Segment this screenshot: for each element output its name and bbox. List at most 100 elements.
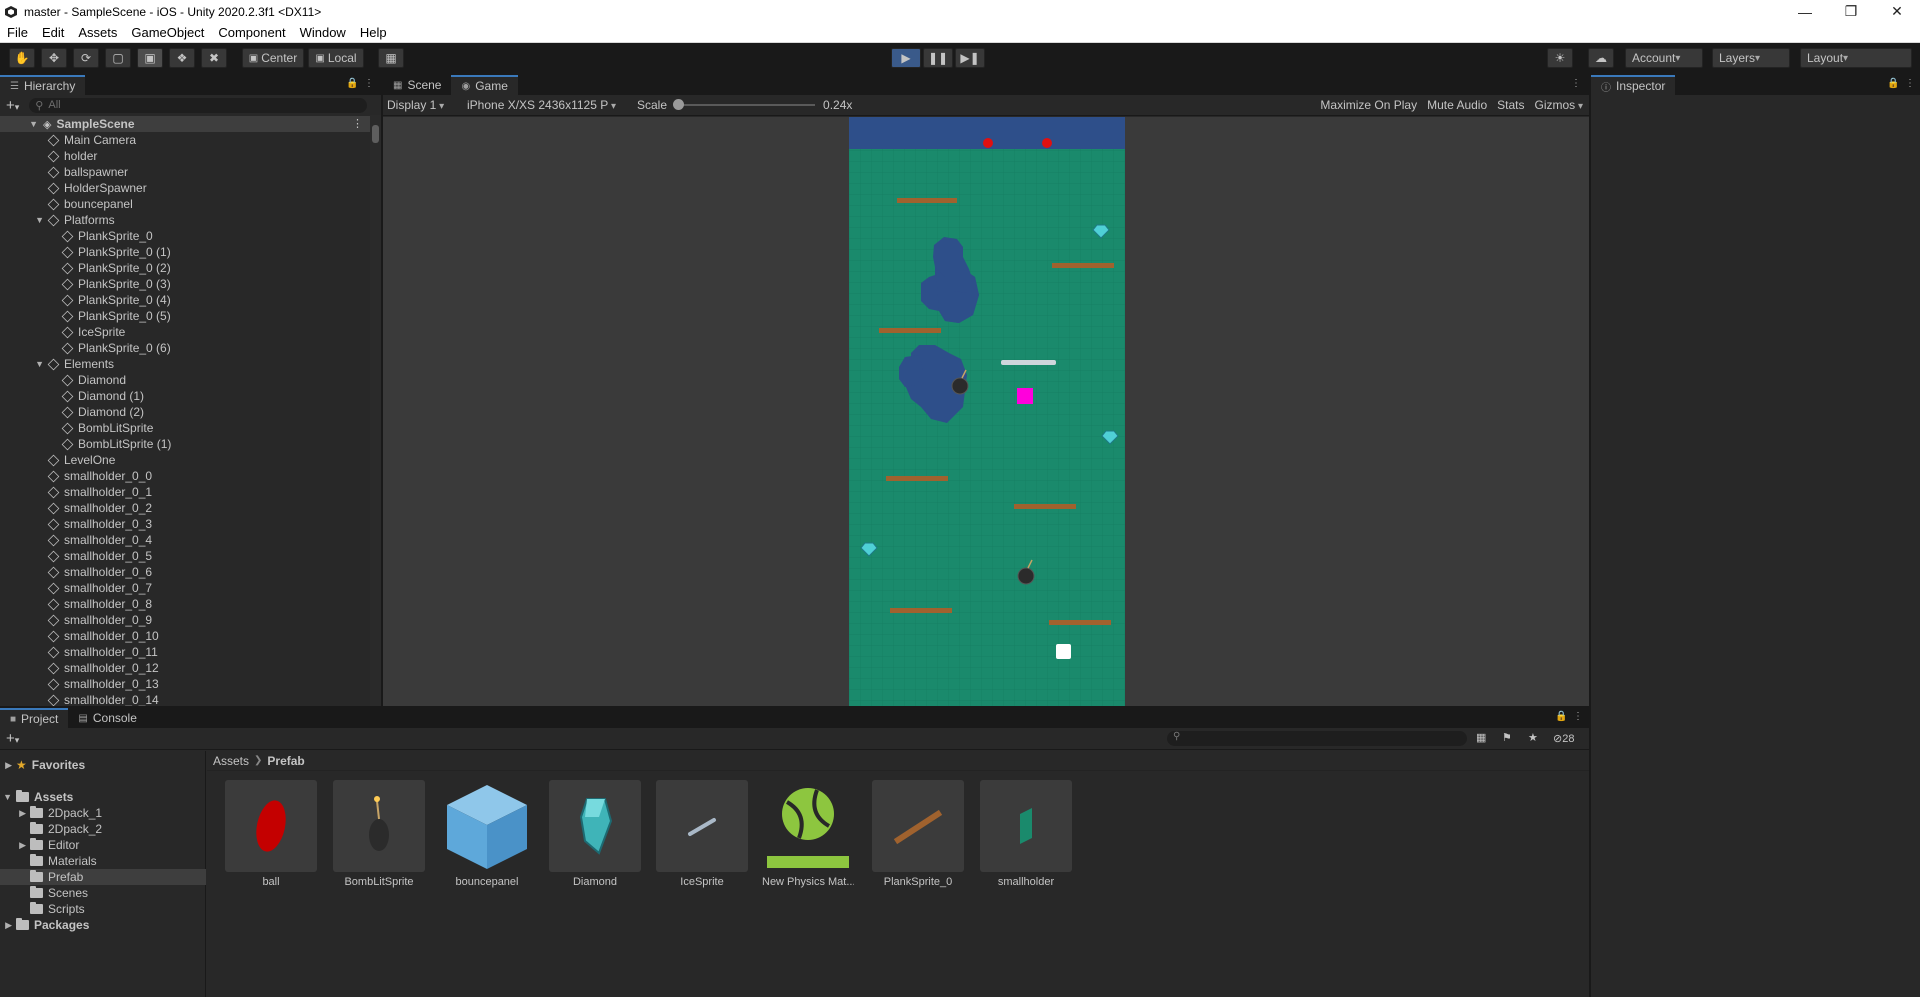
hierarchy-item[interactable]: ballspawner — [0, 164, 370, 180]
minimize-icon[interactable]: — — [1782, 0, 1828, 23]
rect-tool-icon[interactable]: ▣ — [137, 48, 163, 68]
kebab-menu-icon[interactable]: ⋮ — [364, 78, 374, 89]
hierarchy-item[interactable]: IceSprite — [0, 324, 370, 340]
project-tree-item[interactable]: ▶ ★ Favorites — [0, 757, 206, 773]
resolution-dropdown[interactable]: iPhone X/XS 2436x1125 P — [467, 98, 627, 112]
hierarchy-item[interactable]: Diamond (1) — [0, 388, 370, 404]
step-button[interactable]: ▶❚ — [955, 48, 985, 68]
light-icon[interactable]: ☀ — [1547, 48, 1573, 68]
hierarchy-item[interactable]: ▼ Elements — [0, 356, 370, 372]
add-icon[interactable]: +▾ — [6, 730, 19, 747]
display-dropdown[interactable]: Display 1 — [387, 98, 461, 112]
hierarchy-item[interactable]: BombLitSprite (1) — [0, 436, 370, 452]
scale-tool-icon[interactable]: ▢ — [105, 48, 131, 68]
menu-component[interactable]: Component — [211, 25, 292, 40]
asset-planksprite[interactable]: PlankSprite_0 — [872, 780, 964, 888]
hierarchy-item[interactable]: smallholder_0_11 — [0, 644, 370, 660]
menu-assets[interactable]: Assets — [71, 25, 124, 40]
hierarchy-scrollbar[interactable] — [370, 115, 381, 706]
hidden-packages-toggle[interactable]: ⊘28 — [1553, 732, 1574, 745]
menu-edit[interactable]: Edit — [35, 25, 71, 40]
chevron-down-icon[interactable]: ▼ — [0, 215, 48, 225]
hierarchy-item[interactable]: PlankSprite_0 (1) — [0, 244, 370, 260]
hierarchy-item[interactable]: holder — [0, 148, 370, 164]
hierarchy-item[interactable]: smallholder_0_12 — [0, 660, 370, 676]
hierarchy-item[interactable]: PlankSprite_0 (4) — [0, 292, 370, 308]
tab-game[interactable]: ◉ Game — [451, 75, 518, 95]
asset-smallholder[interactable]: smallholder — [980, 780, 1072, 888]
hierarchy-item[interactable]: PlankSprite_0 (6) — [0, 340, 370, 356]
mute-audio-toggle[interactable]: Mute Audio — [1422, 98, 1492, 112]
hierarchy-item[interactable]: PlankSprite_0 — [0, 228, 370, 244]
hierarchy-item[interactable]: smallholder_0_4 — [0, 532, 370, 548]
kebab-menu-icon[interactable]: ⋮ — [1905, 78, 1915, 89]
move-tool-icon[interactable]: ✥ — [41, 48, 67, 68]
hierarchy-item[interactable]: smallholder_0_0 — [0, 468, 370, 484]
grid-snap-icon[interactable]: ▦ — [378, 48, 404, 68]
asset-ball[interactable]: ball — [225, 780, 317, 888]
star-icon[interactable]: ★ — [1528, 731, 1538, 744]
chevron-right-icon[interactable]: ▶ — [0, 760, 16, 771]
hierarchy-item[interactable]: smallholder_0_13 — [0, 676, 370, 692]
layout-dropdown[interactable]: Layout — [1800, 48, 1912, 68]
asset-bomblitsprite[interactable]: BombLitSprite — [333, 780, 425, 888]
hierarchy-item[interactable]: smallholder_0_7 — [0, 580, 370, 596]
lock-icon[interactable]: 🔒 — [1555, 711, 1567, 722]
hierarchy-item[interactable]: PlankSprite_0 (5) — [0, 308, 370, 324]
hierarchy-item[interactable]: smallholder_0_8 — [0, 596, 370, 612]
tab-console[interactable]: ▤ Console — [68, 708, 147, 728]
game-viewport[interactable] — [383, 117, 1589, 706]
asset-diamond[interactable]: Diamond — [549, 780, 641, 888]
scrollbar-thumb[interactable] — [372, 125, 379, 143]
kebab-menu-icon[interactable]: ⋮ — [1573, 711, 1583, 722]
stats-toggle[interactable]: Stats — [1492, 98, 1529, 112]
hierarchy-item[interactable]: smallholder_0_14 — [0, 692, 370, 706]
rotate-tool-icon[interactable]: ⟳ — [73, 48, 99, 68]
menu-window[interactable]: Window — [293, 25, 353, 40]
project-search-input[interactable]: ⚲ — [1167, 731, 1467, 746]
close-icon[interactable]: ✕ — [1874, 0, 1920, 23]
project-tree-item[interactable]: Prefab — [0, 869, 206, 885]
pivot-center-button[interactable]: ▣ Center — [242, 48, 304, 68]
chevron-right-icon[interactable]: ▶ — [0, 808, 30, 819]
scene-row[interactable]: ▼ ◈ SampleScene ⋮ — [0, 116, 370, 132]
tab-project[interactable]: ■ Project — [0, 708, 69, 728]
hierarchy-item[interactable]: smallholder_0_10 — [0, 628, 370, 644]
tab-scene[interactable]: ▦ Scene — [383, 75, 452, 95]
hierarchy-item[interactable]: Diamond (2) — [0, 404, 370, 420]
hierarchy-item[interactable]: smallholder_0_6 — [0, 564, 370, 580]
play-button[interactable]: ▶ — [891, 48, 921, 68]
hand-tool-icon[interactable]: ✋ — [9, 48, 35, 68]
project-tree-item[interactable]: ▼ Assets — [0, 789, 206, 805]
hierarchy-item[interactable]: BombLitSprite — [0, 420, 370, 436]
scale-slider[interactable] — [673, 99, 816, 110]
breadcrumb-prefab[interactable]: Prefab — [267, 754, 304, 768]
scale-slider-thumb[interactable] — [673, 99, 685, 110]
project-tree-item[interactable]: ▶ Packages — [0, 917, 206, 933]
label-icon[interactable]: ⚑ — [1502, 731, 1512, 744]
breadcrumb-assets[interactable]: Assets — [213, 754, 249, 768]
menu-file[interactable]: File — [0, 25, 35, 40]
hierarchy-search-input[interactable]: ⚲ All — [29, 97, 368, 113]
hierarchy-item[interactable]: smallholder_0_1 — [0, 484, 370, 500]
filter-type-icon[interactable]: ▦ — [1476, 731, 1486, 744]
hierarchy-item[interactable]: smallholder_0_3 — [0, 516, 370, 532]
project-tree-item[interactable]: Scenes — [0, 885, 206, 901]
hierarchy-item[interactable]: smallholder_0_2 — [0, 500, 370, 516]
hierarchy-item[interactable]: HolderSpawner — [0, 180, 370, 196]
restore-icon[interactable]: ❐ — [1828, 0, 1874, 23]
chevron-right-icon[interactable]: ▶ — [0, 920, 16, 931]
gizmos-dropdown[interactable]: Gizmos — [1530, 98, 1589, 112]
transform-tool-icon[interactable]: ❖ — [169, 48, 195, 68]
menu-help[interactable]: Help — [353, 25, 394, 40]
hierarchy-item[interactable]: PlankSprite_0 (3) — [0, 276, 370, 292]
hierarchy-item[interactable]: Main Camera — [0, 132, 370, 148]
menu-gameobject[interactable]: GameObject — [124, 25, 211, 40]
pause-button[interactable]: ❚❚ — [923, 48, 953, 68]
hierarchy-item[interactable]: smallholder_0_9 — [0, 612, 370, 628]
hierarchy-item[interactable]: ▼ Platforms — [0, 212, 370, 228]
hierarchy-item[interactable]: LevelOne — [0, 452, 370, 468]
kebab-menu-icon[interactable]: ⋮ — [1571, 78, 1581, 89]
pivot-local-button[interactable]: ▣ Local — [308, 48, 364, 68]
tab-inspector[interactable]: ⓘ Inspector — [1591, 75, 1676, 95]
